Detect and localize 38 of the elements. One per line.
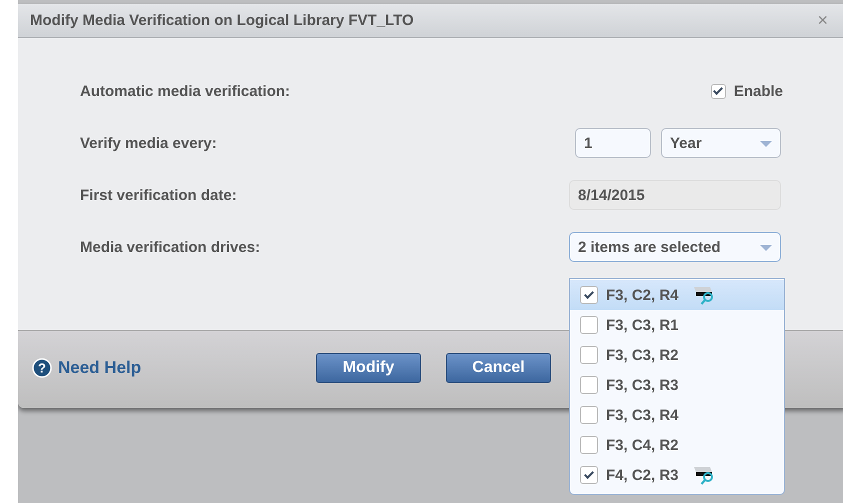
enable-label: Enable [734, 82, 783, 100]
dialog-button[interactable]: Cancel [446, 352, 551, 382]
drive-checkbox[interactable] [580, 406, 598, 424]
help-link[interactable]: ? Need Help [32, 358, 316, 378]
drive-checkbox[interactable] [580, 346, 598, 364]
drive-option[interactable]: F4, C2, R3 [570, 460, 784, 490]
drive-option[interactable]: F3, C3, R1 [570, 310, 784, 340]
field-label: Automatic media verification: [80, 82, 292, 100]
drive-option[interactable]: F3, C2, R4 [570, 280, 784, 310]
drive-label: F3, C3, R3 [606, 376, 679, 394]
drive-label: F4, C2, R3 [606, 466, 679, 484]
dialog-button[interactable]: Modify [316, 352, 421, 382]
drive-checkbox[interactable] [580, 436, 598, 454]
drive-label: F3, C3, R1 [606, 316, 679, 334]
drive-label: F3, C4, R2 [606, 436, 679, 454]
caret-icon [760, 141, 772, 147]
drive-checkbox[interactable] [580, 316, 598, 334]
drive-label: F3, C3, R4 [606, 406, 679, 424]
caret-icon [760, 245, 772, 251]
drive-label: F3, C3, R2 [606, 346, 679, 364]
drive-option[interactable]: F3, C3, R2 [570, 340, 784, 370]
drive-label: F3, C2, R4 [606, 286, 679, 304]
enable-checkbox[interactable] [710, 84, 726, 98]
drives-select[interactable]: 2 items are selected [569, 232, 781, 262]
field-label: Verify media every: [80, 134, 218, 152]
drive-option[interactable]: F3, C3, R4 [570, 400, 784, 430]
field-label: First verification date: [80, 186, 238, 204]
drive-checkbox[interactable] [580, 286, 598, 304]
date-field: 8/14/2015 [569, 180, 781, 210]
dialog-title: Modify Media Verification on Logical Library FVT_LTO [30, 12, 414, 29]
help-icon: ? [32, 358, 52, 378]
drive-checkbox[interactable] [580, 376, 598, 394]
unit-select[interactable]: Year [661, 128, 781, 158]
drive-option[interactable]: F3, C3, R3 [570, 370, 784, 400]
drive-option[interactable]: F3, C4, R2 [570, 430, 784, 460]
interval-input[interactable]: 1 [575, 128, 651, 158]
field-label: Media verification drives: [80, 238, 262, 256]
drive-checkbox[interactable] [580, 466, 598, 484]
